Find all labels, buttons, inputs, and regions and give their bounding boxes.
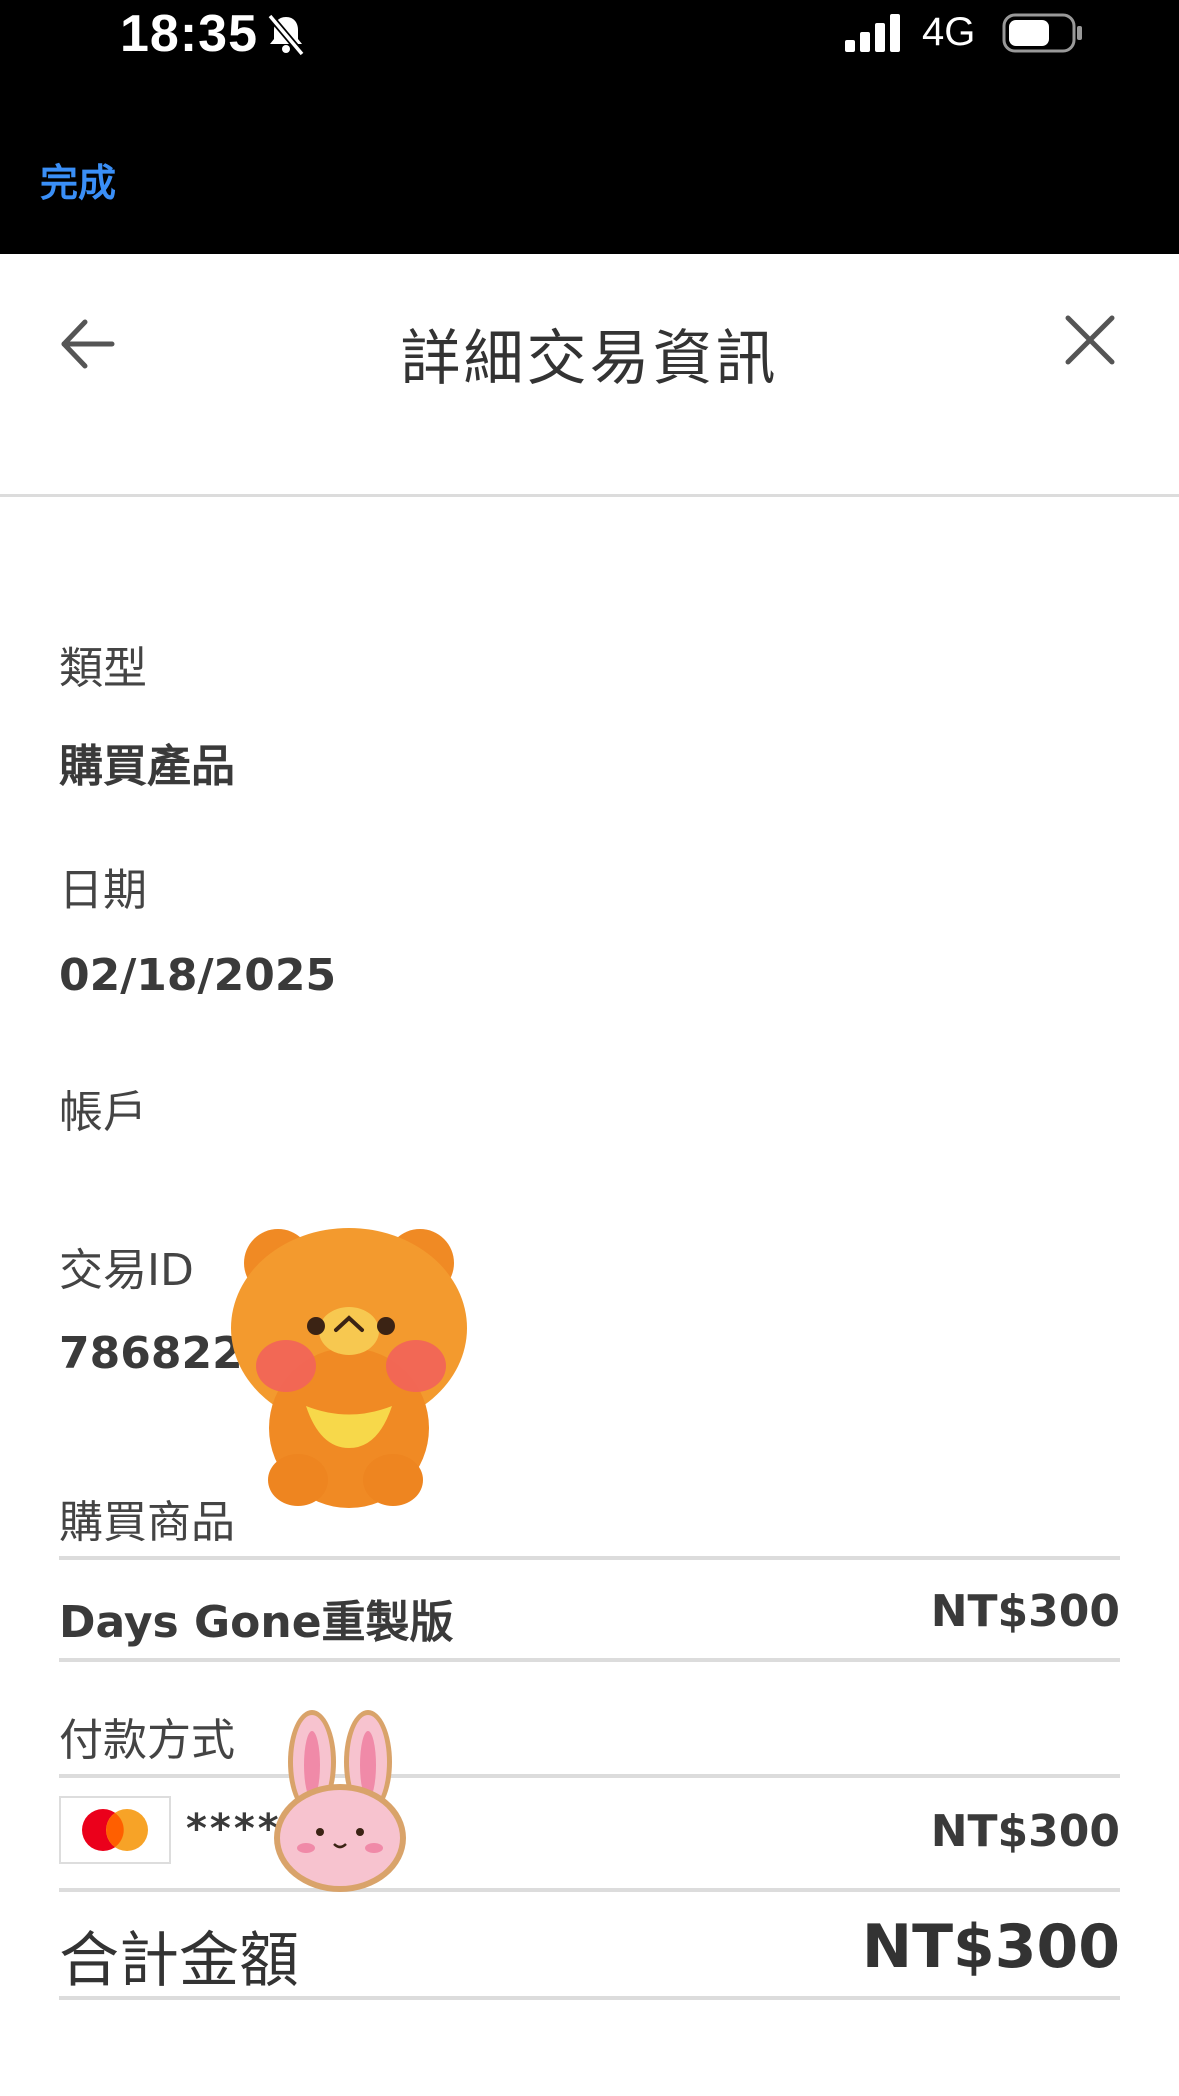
date-value: 02/18/2025 xyxy=(59,950,337,1001)
bear-sticker-icon xyxy=(228,1218,476,1522)
divider xyxy=(59,1774,1120,1778)
payment-amount: NT$300 xyxy=(930,1806,1120,1857)
battery-icon xyxy=(1002,13,1084,57)
card-number: **** xyxy=(186,1806,282,1852)
transaction-detail-screen: 18:35 4G 完成 詳細交易資訊 類型 購買產品 日期 02/18/2025… xyxy=(0,0,1179,2096)
transaction-id-label: 交易ID xyxy=(59,1245,194,1296)
close-icon[interactable] xyxy=(1060,310,1120,370)
mastercard-icon xyxy=(59,1796,171,1864)
network-label: 4G xyxy=(922,10,976,54)
date-label: 日期 xyxy=(59,865,147,916)
dialog-header: 詳細交易資訊 xyxy=(0,254,1179,497)
item-price: NT$300 xyxy=(930,1586,1120,1637)
rabbit-sticker-icon xyxy=(270,1710,410,1898)
signal-icon xyxy=(845,14,905,56)
divider xyxy=(59,1888,1120,1892)
status-time: 18:35 xyxy=(120,5,258,63)
type-value: 購買產品 xyxy=(59,741,235,792)
type-label: 類型 xyxy=(59,643,147,694)
status-bar: 18:35 4G 完成 xyxy=(0,0,1179,254)
divider xyxy=(59,1996,1120,2000)
page-title: 詳細交易資訊 xyxy=(400,324,779,394)
account-label: 帳戶 xyxy=(59,1087,147,1138)
item-name: Days Gone重製版 xyxy=(59,1597,454,1648)
purchase-section-label: 購買商品 xyxy=(59,1497,235,1548)
total-value: NT$300 xyxy=(861,1912,1120,1982)
divider xyxy=(59,1658,1120,1662)
total-label: 合計金額 xyxy=(59,1926,299,1996)
payment-section-label: 付款方式 xyxy=(59,1715,235,1766)
divider xyxy=(59,1556,1120,1560)
done-button[interactable]: 完成 xyxy=(40,152,116,207)
bell-muted-icon xyxy=(264,12,308,60)
